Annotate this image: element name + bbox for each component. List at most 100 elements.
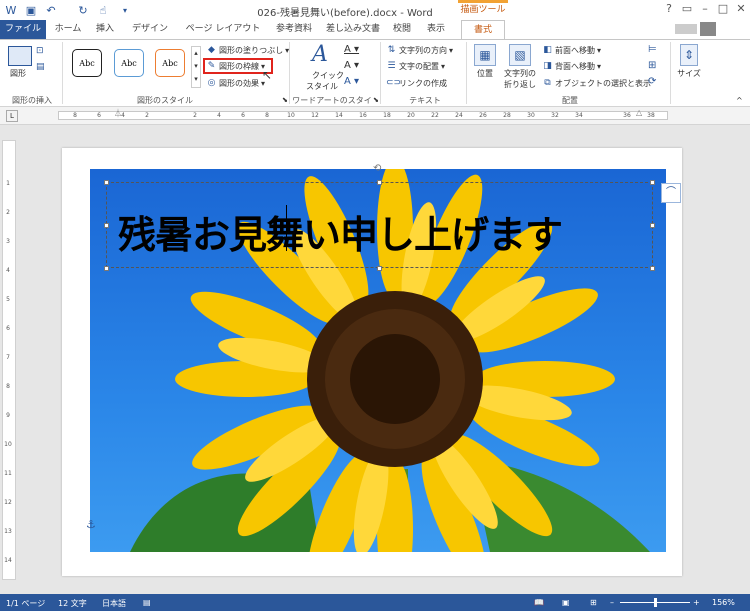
- selection-pane-button[interactable]: ⧉ オブジェクトの選択と表示: [542, 76, 651, 90]
- shape-effects-button[interactable]: ◎ 図形の効果 ▾: [206, 76, 265, 90]
- text-outline-icon[interactable]: A ▾: [344, 60, 359, 71]
- text-fill-icon[interactable]: A ▾: [344, 44, 359, 55]
- macro-icon[interactable]: ▤: [143, 598, 151, 607]
- dialog-launcher-icon[interactable]: ⬊: [282, 96, 288, 104]
- undo-icon[interactable]: ↶: [44, 3, 58, 17]
- tab-references[interactable]: 参考資料: [270, 20, 318, 39]
- ruler-tick-label: 24: [455, 112, 463, 119]
- resize-handle[interactable]: [104, 223, 109, 228]
- zoom-slider-thumb[interactable]: [654, 598, 657, 607]
- group-icon[interactable]: ⊞: [648, 60, 656, 71]
- ruler-tick-label: 36: [623, 112, 631, 119]
- ruler-tick-label: 30: [527, 112, 535, 119]
- avatar[interactable]: [700, 22, 716, 36]
- layout-options-icon[interactable]: ⌒: [661, 183, 681, 203]
- ribbon-options-icon[interactable]: ▭: [678, 2, 696, 16]
- tab-mailings[interactable]: 差し込み文書: [322, 20, 384, 39]
- shape-styles-group-label: 図形のスタイル: [137, 96, 193, 105]
- tab-format[interactable]: 書式: [461, 20, 505, 40]
- resize-handle[interactable]: [650, 180, 655, 185]
- position-icon: ▦: [474, 44, 496, 66]
- page-count[interactable]: 1/1 ページ: [6, 598, 45, 609]
- bring-forward-button[interactable]: ◧ 前面へ移動 ▾: [542, 43, 601, 57]
- text-box-content[interactable]: 残暑お見舞い申し上げます: [118, 204, 638, 259]
- shape-style-sample[interactable]: Abc: [155, 49, 185, 77]
- text-direction-button[interactable]: ⇅ 文字列の方向 ▾: [386, 43, 453, 57]
- close-icon[interactable]: ✕: [732, 2, 750, 16]
- position-button[interactable]: ▦ 位置: [470, 44, 500, 79]
- language-indicator[interactable]: 日本語: [102, 598, 126, 609]
- shapes-icon[interactable]: [8, 46, 32, 66]
- tab-selector-icon[interactable]: L: [6, 110, 18, 122]
- indent-marker-icon[interactable]: ⏃: [114, 108, 122, 119]
- quick-style-label[interactable]: クイック: [312, 70, 344, 81]
- arrange-group-label: 配置: [562, 96, 578, 105]
- send-backward-button[interactable]: ◨ 背面へ移動 ▾: [542, 59, 601, 73]
- ruler-tick-label: 12: [311, 112, 319, 119]
- pen-icon: ✎: [207, 60, 216, 71]
- resize-handle[interactable]: [650, 223, 655, 228]
- tab-file[interactable]: ファイル: [0, 20, 46, 39]
- tab-view[interactable]: 表示: [420, 20, 452, 39]
- tab-review[interactable]: 校閲: [388, 20, 416, 39]
- rotate-icon[interactable]: ⟳: [648, 76, 656, 87]
- minimize-icon[interactable]: –: [696, 2, 714, 16]
- edit-shape-icon[interactable]: ⊡: [36, 46, 44, 56]
- shape-fill-button[interactable]: ◆ 図形の塗りつぶし ▾: [206, 43, 289, 57]
- vertical-ruler-tick-label: 3: [6, 238, 10, 245]
- align-icon[interactable]: ⊨: [648, 44, 657, 55]
- style-gallery-more-icon[interactable]: ▴ ▾ ▾: [191, 46, 201, 88]
- ruler-tick-label: 34: [575, 112, 583, 119]
- title-bar: W ▣ ↶ ↻ ☝ ▾ 026-残暑見舞い(before).docx - Wor…: [0, 0, 750, 20]
- paint-bucket-icon: ◆: [208, 44, 215, 55]
- shapes-label[interactable]: 図形: [10, 68, 26, 79]
- resize-handle[interactable]: [104, 266, 109, 271]
- zoom-out-icon[interactable]: –: [610, 598, 614, 607]
- resize-handle[interactable]: [377, 266, 382, 271]
- shape-style-sample[interactable]: Abc: [114, 49, 144, 77]
- vertical-ruler-tick-label: 12: [4, 499, 12, 506]
- size-label: サイズ: [677, 69, 701, 78]
- anchor-icon: ⚓: [86, 518, 96, 531]
- read-mode-icon[interactable]: 📖: [534, 598, 544, 607]
- ruler-tick-label: 6: [241, 112, 245, 119]
- quick-style-label-2[interactable]: スタイル: [306, 81, 338, 92]
- create-link-button[interactable]: ⊂⊃ リンクの作成: [386, 76, 447, 90]
- redo-icon[interactable]: ↻: [76, 3, 90, 17]
- size-button[interactable]: ⇕ サイズ: [676, 44, 702, 79]
- print-layout-icon[interactable]: ▣: [562, 598, 570, 607]
- save-icon[interactable]: ▣: [24, 3, 38, 17]
- tab-insert[interactable]: 挿入: [90, 20, 120, 39]
- right-indent-marker-icon[interactable]: △: [636, 108, 642, 117]
- zoom-level[interactable]: 156%: [712, 598, 735, 607]
- rotate-handle-icon[interactable]: ⟲: [373, 163, 381, 174]
- maximize-icon[interactable]: □: [714, 2, 732, 16]
- shape-effects-label: 図形の効果: [219, 78, 259, 88]
- vertical-ruler-tick-label: 6: [6, 325, 10, 332]
- zoom-in-icon[interactable]: +: [693, 598, 700, 607]
- dialog-launcher-icon[interactable]: ⬊: [373, 96, 379, 104]
- tab-design[interactable]: デザイン: [126, 20, 174, 39]
- customize-qat-icon[interactable]: ▾: [118, 3, 132, 17]
- web-layout-icon[interactable]: ⊞: [590, 598, 597, 607]
- align-text-button[interactable]: ☰ 文字の配置 ▾: [386, 59, 445, 73]
- wrap-text-button[interactable]: ▧ 文字列の 折り返し: [500, 44, 540, 90]
- word-count[interactable]: 12 文字: [58, 598, 87, 609]
- account-name[interactable]: [675, 24, 697, 34]
- resize-handle[interactable]: [104, 180, 109, 185]
- text-effects-icon[interactable]: A ▾: [344, 76, 359, 87]
- wrap-text-label-2: 折り返し: [504, 80, 536, 89]
- tab-layout[interactable]: ページ レイアウト: [180, 20, 266, 39]
- resize-handle[interactable]: [650, 266, 655, 271]
- touch-mode-icon[interactable]: ☝: [96, 3, 110, 17]
- wordart-icon[interactable]: A: [312, 42, 328, 67]
- shape-style-sample[interactable]: Abc: [72, 49, 102, 77]
- help-icon[interactable]: ?: [660, 2, 678, 16]
- shape-fill-label: 図形の塗りつぶし: [219, 45, 284, 55]
- textbox-icon[interactable]: ▤: [36, 62, 45, 72]
- resize-handle[interactable]: [377, 180, 382, 185]
- collapse-ribbon-icon[interactable]: ^: [736, 96, 743, 105]
- text-cursor: [286, 205, 287, 251]
- tab-home[interactable]: ホーム: [50, 20, 86, 39]
- text-direction-icon: ⇅: [387, 44, 396, 55]
